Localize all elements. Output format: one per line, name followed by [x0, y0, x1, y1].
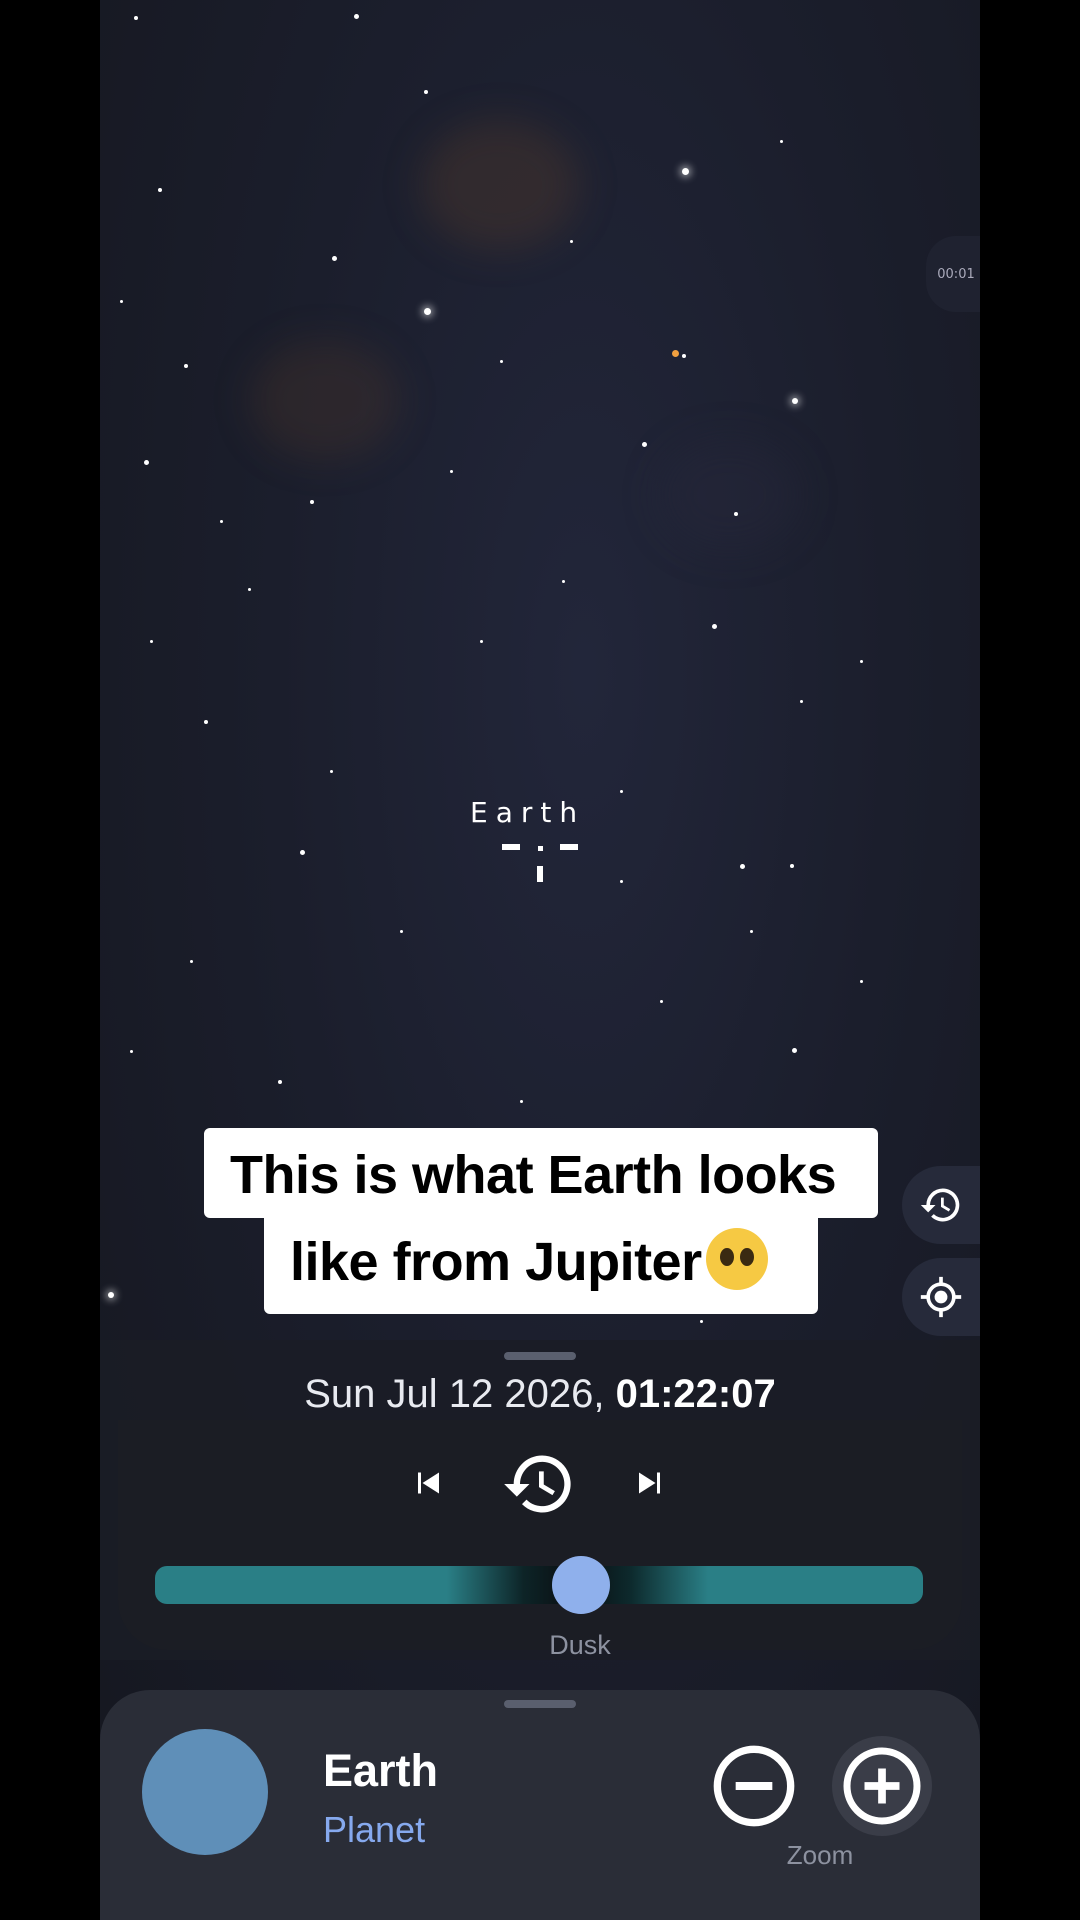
star: [300, 850, 305, 855]
nebula-patch: [250, 340, 400, 460]
star: [130, 1050, 133, 1053]
skip-back-button[interactable]: [392, 1456, 462, 1510]
nebula-patch: [420, 120, 580, 250]
star: [682, 354, 686, 358]
star: [520, 1100, 523, 1103]
star: [424, 308, 431, 315]
star: [330, 770, 333, 773]
star: [144, 460, 149, 465]
star: [860, 980, 863, 983]
skip-forward-button[interactable]: [616, 1456, 686, 1510]
star: [682, 168, 689, 175]
star: [620, 790, 623, 793]
slider-label: Dusk: [549, 1630, 611, 1660]
time-reset-icon: [504, 1455, 571, 1513]
star: [480, 640, 483, 643]
zoom-out-icon: [713, 1745, 795, 1827]
star: [672, 350, 679, 357]
nebula-patch: [660, 440, 800, 550]
star: [190, 960, 193, 963]
star: [108, 1292, 114, 1298]
history-icon: [920, 1188, 960, 1222]
star: [354, 14, 359, 19]
star: [700, 1320, 703, 1323]
star: [562, 580, 565, 583]
star: [800, 700, 803, 703]
time-text: 01:22:07: [615, 1372, 776, 1416]
star: [310, 500, 314, 504]
date-time-display[interactable]: Sun Jul 12 2026, 01:22:07: [100, 1372, 980, 1417]
zoom-in-button[interactable]: [832, 1736, 932, 1836]
history-button[interactable]: [902, 1166, 980, 1244]
star: [792, 1048, 797, 1053]
time-reset-button[interactable]: [494, 1444, 584, 1524]
caption-line-1: This is what Earth looks: [230, 1145, 837, 1205]
star: [570, 240, 573, 243]
star: [184, 364, 188, 368]
star: [204, 720, 208, 724]
pleading-face-emoji-icon: [705, 1228, 768, 1290]
skip-back-icon: [418, 1472, 439, 1494]
time-of-day-slider-knob[interactable]: [552, 1556, 610, 1614]
time-panel-handle[interactable]: [504, 1352, 576, 1360]
star: [500, 360, 503, 363]
star: [400, 930, 403, 933]
star: [740, 864, 745, 869]
star: [450, 470, 453, 473]
star: [424, 90, 428, 94]
planet-thumbnail: [142, 1729, 268, 1855]
star: [134, 16, 138, 20]
object-name: Earth: [323, 1745, 439, 1796]
star: [860, 660, 863, 663]
star: [332, 256, 337, 261]
star: [660, 1000, 663, 1003]
target-label: Earth: [470, 796, 586, 829]
locate-button[interactable]: [902, 1258, 980, 1336]
star: [120, 300, 123, 303]
object-type: Planet: [323, 1809, 426, 1850]
target-reticle: [500, 836, 580, 886]
zoom-in-icon: [843, 1747, 921, 1825]
caption-line-2-text: like from Jupiter: [290, 1232, 702, 1292]
star: [642, 442, 647, 447]
star: [248, 588, 251, 591]
star: [750, 930, 753, 933]
star: [278, 1080, 282, 1084]
star: [734, 512, 738, 516]
info-panel-handle[interactable]: [504, 1700, 576, 1708]
date-text: Sun Jul 12 2026,: [304, 1372, 605, 1416]
star: [150, 640, 153, 643]
stellarium-screen: Earth 00:01 This is what Earth looks lik…: [100, 0, 980, 1920]
timer-badge: 00:01: [926, 236, 980, 312]
star: [712, 624, 717, 629]
locate-icon: [920, 1276, 962, 1318]
zoom-label: Zoom: [786, 1840, 854, 1870]
star: [780, 140, 783, 143]
skip-forward-icon: [639, 1472, 660, 1494]
zoom-out-button[interactable]: [704, 1736, 804, 1836]
star: [620, 880, 623, 883]
time-of-day-slider[interactable]: [155, 1566, 923, 1604]
caption-line-2: like from Jupiter: [290, 1228, 768, 1293]
star: [158, 188, 162, 192]
star: [220, 520, 223, 523]
star: [790, 864, 794, 868]
star: [792, 398, 798, 404]
